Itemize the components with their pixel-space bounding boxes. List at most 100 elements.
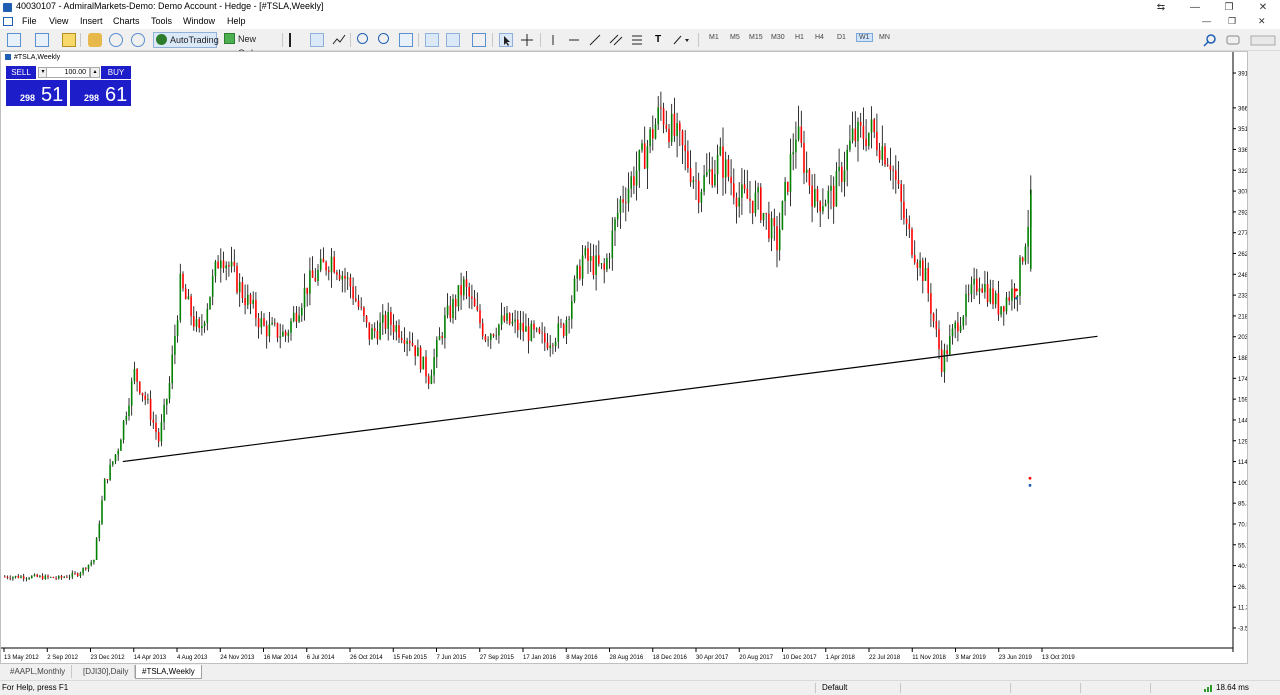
search-icon[interactable] bbox=[1203, 33, 1217, 47]
bear-candle bbox=[900, 184, 902, 202]
market-watch-icon[interactable] bbox=[62, 33, 76, 47]
bull-candle bbox=[676, 123, 678, 136]
horizontal-line-icon[interactable] bbox=[567, 33, 581, 47]
bear-candle bbox=[76, 573, 79, 577]
bull-candle bbox=[959, 325, 962, 332]
bear-candle bbox=[4, 576, 6, 578]
profiles-icon[interactable] bbox=[35, 33, 49, 47]
bear-candle bbox=[257, 318, 260, 328]
bull-candle bbox=[487, 339, 489, 341]
price-tick-label: 351.7 bbox=[1238, 127, 1247, 133]
timeframe-d1[interactable]: D1 bbox=[837, 34, 846, 41]
crosshair-icon[interactable] bbox=[520, 33, 534, 47]
minimize-button[interactable]: — bbox=[1178, 0, 1212, 15]
timeframe-h4[interactable]: H4 bbox=[815, 34, 824, 41]
timeframe-h1[interactable]: H1 bbox=[795, 34, 804, 41]
bear-candle bbox=[357, 300, 360, 307]
chart-window[interactable]: 391.3 366.5 351.7 336.9 322.1 307.3 292.5 277.7… bbox=[0, 51, 1248, 664]
timeframe-m15[interactable]: M15 bbox=[749, 34, 763, 41]
zoom-in-icon[interactable] bbox=[357, 33, 368, 44]
new-chart-icon[interactable] bbox=[7, 33, 21, 47]
volume-increase-button[interactable]: ▴ bbox=[90, 67, 100, 78]
candlestick-icon[interactable] bbox=[310, 33, 324, 47]
buy-price-box[interactable]: 298 61 bbox=[70, 80, 131, 106]
autotrading-button[interactable]: AutoTrading bbox=[153, 32, 219, 48]
bull-candle bbox=[792, 152, 794, 155]
bull-candle bbox=[346, 277, 349, 279]
chart-window-icon[interactable] bbox=[3, 17, 13, 26]
bull-candle bbox=[446, 305, 449, 316]
sell-price-box[interactable]: 298 51 bbox=[6, 80, 67, 106]
sell-button[interactable]: SELL bbox=[6, 66, 36, 79]
indicators-icon[interactable] bbox=[472, 33, 486, 47]
navigator-icon[interactable] bbox=[88, 33, 102, 47]
bar-chart-icon[interactable] bbox=[289, 33, 303, 47]
tab-dji30-daily[interactable]: [DJI30],Daily bbox=[77, 665, 136, 678]
bear-candle bbox=[149, 398, 152, 420]
bull-candle bbox=[619, 199, 622, 213]
bear-candle bbox=[832, 185, 835, 207]
zoom-out-icon[interactable] bbox=[378, 33, 389, 44]
signals-icon[interactable] bbox=[1249, 33, 1277, 47]
buy-button[interactable]: BUY bbox=[101, 66, 131, 79]
menu-tools[interactable]: Tools bbox=[151, 16, 172, 26]
auto-scroll-icon[interactable] bbox=[425, 33, 439, 47]
bear-candle bbox=[236, 265, 238, 293]
bear-candle bbox=[449, 305, 452, 319]
bear-candle bbox=[217, 261, 219, 269]
price-chart[interactable]: 391.3 366.5 351.7 336.9 322.1 307.3 292.5 277.7… bbox=[1, 52, 1247, 663]
bear-candle bbox=[562, 324, 565, 336]
bear-candle bbox=[660, 107, 662, 109]
tab-tsla-weekly[interactable]: #TSLA,Weekly bbox=[135, 665, 202, 679]
bear-candle bbox=[468, 286, 470, 297]
fibonacci-icon[interactable] bbox=[630, 33, 644, 47]
restore-layout-icon[interactable]: ⇆ bbox=[1144, 0, 1178, 15]
menu-view[interactable]: View bbox=[49, 16, 68, 26]
bear-candle bbox=[811, 185, 813, 207]
bear-candle bbox=[940, 349, 943, 373]
shapes-dropdown-icon[interactable] bbox=[672, 33, 692, 47]
chat-icon[interactable] bbox=[1226, 33, 1240, 47]
bull-candle bbox=[989, 288, 992, 303]
child-restore-button[interactable]: ❐ bbox=[1228, 16, 1236, 27]
timeframe-m5[interactable]: M5 bbox=[730, 34, 740, 41]
menu-window[interactable]: Window bbox=[183, 16, 215, 26]
timeframe-w1[interactable]: W1 bbox=[856, 33, 873, 42]
line-chart-icon[interactable] bbox=[332, 33, 346, 47]
bull-candle bbox=[309, 270, 311, 294]
bear-candle bbox=[360, 306, 362, 308]
bear-candle bbox=[52, 576, 55, 579]
bear-candle bbox=[265, 325, 268, 337]
time-tick-label: 6 Jul 2014 bbox=[307, 655, 335, 661]
close-button[interactable]: ✕ bbox=[1246, 0, 1280, 15]
child-minimize-button[interactable]: — bbox=[1202, 16, 1211, 26]
bear-candle bbox=[873, 119, 875, 132]
bull-candle bbox=[28, 578, 30, 579]
tab-aapl-monthly[interactable]: #AAPL,Monthly bbox=[4, 665, 73, 678]
child-close-button[interactable]: ✕ bbox=[1258, 16, 1266, 27]
text-tool-icon[interactable]: T bbox=[651, 33, 665, 47]
strategy-tester-icon[interactable] bbox=[131, 33, 145, 47]
volume-input[interactable]: 100.00 bbox=[46, 67, 90, 78]
timeframe-m1[interactable]: M1 bbox=[709, 34, 719, 41]
timeframe-mn[interactable]: MN bbox=[879, 34, 890, 41]
new-order-button[interactable]: New Order bbox=[222, 32, 278, 58]
bear-candle bbox=[986, 284, 989, 303]
tile-windows-icon[interactable] bbox=[399, 33, 413, 47]
menu-help[interactable]: Help bbox=[227, 16, 246, 26]
terminal-icon[interactable] bbox=[109, 33, 123, 47]
menu-charts[interactable]: Charts bbox=[113, 16, 140, 26]
bear-candle bbox=[997, 293, 1000, 315]
bear-candle bbox=[47, 575, 49, 578]
cursor-icon[interactable] bbox=[499, 33, 513, 47]
vertical-line-icon[interactable] bbox=[546, 33, 560, 47]
menu-insert[interactable]: Insert bbox=[80, 16, 103, 26]
trendline-icon[interactable] bbox=[588, 33, 602, 47]
menu-file[interactable]: File bbox=[22, 16, 37, 26]
bull-candle bbox=[857, 121, 859, 142]
chart-shift-icon[interactable] bbox=[446, 33, 460, 47]
timeframe-m30[interactable]: M30 bbox=[771, 34, 785, 41]
maximize-button[interactable]: ❐ bbox=[1212, 0, 1246, 15]
time-tick-label: 16 Mar 2014 bbox=[264, 655, 298, 661]
channel-icon[interactable] bbox=[609, 33, 623, 47]
